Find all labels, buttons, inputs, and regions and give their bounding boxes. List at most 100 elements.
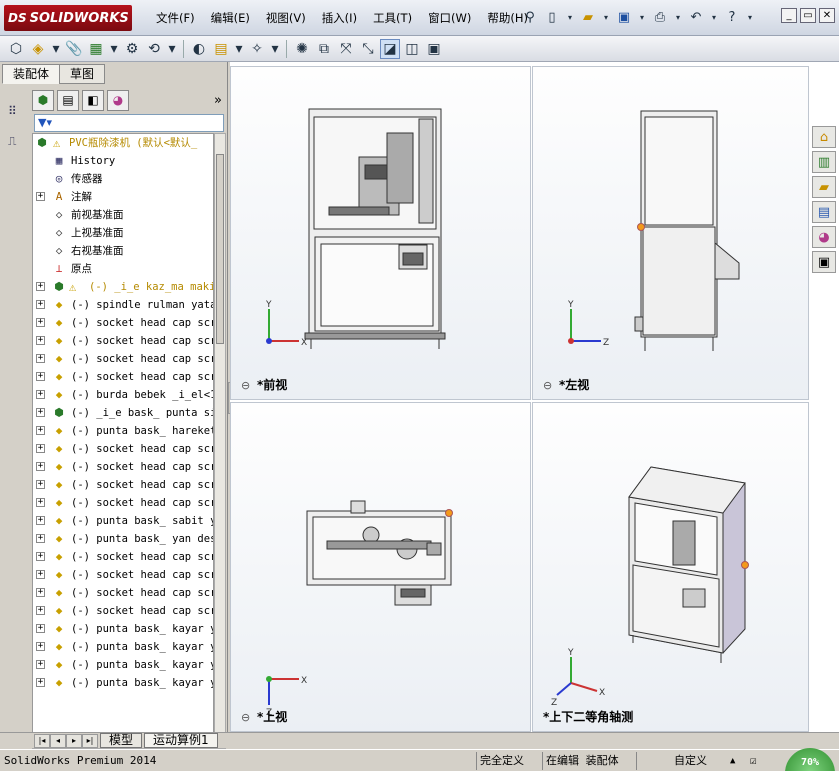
custom-properties-icon[interactable]: ▣ (812, 251, 836, 273)
exploded-view-icon[interactable]: ⧉ (314, 39, 334, 59)
tree-item[interactable]: ◇ 前视基准面 (33, 206, 213, 224)
explode-line-icon[interactable]: ⤧ (336, 39, 356, 59)
scroll-thumb[interactable] (216, 154, 224, 344)
menu-item-2[interactable]: 视图(V) (258, 10, 314, 26)
view-eye-icon[interactable]: ⊖ (543, 379, 559, 392)
prev-tab-icon[interactable]: ◂ (50, 734, 66, 748)
tree-item[interactable]: + ◆ (-) socket head cap scre (33, 458, 213, 476)
tree-item[interactable]: + ⬢ ⚠ (-) _i_e kaz_ma makin (33, 278, 213, 296)
move-component-icon[interactable]: ⟲ (144, 39, 164, 59)
units-dropdown-icon[interactable]: ▲ (730, 753, 735, 769)
minimize-button[interactable]: _ (781, 8, 797, 23)
rebuild-icon[interactable]: ☑ (750, 753, 757, 769)
menu-item-1[interactable]: 编辑(E) (203, 10, 258, 26)
expand-toggle-icon[interactable]: + (36, 678, 45, 687)
more-tabs-icon[interactable]: » (214, 93, 222, 108)
tree-item[interactable]: + ◆ (-) burda bebek _i_el<1> (33, 386, 213, 404)
tree-item[interactable]: + ◆ (-) socket head cap scre (33, 440, 213, 458)
expand-toggle-icon[interactable]: + (36, 300, 45, 309)
expand-toggle-icon[interactable]: + (36, 336, 45, 345)
expand-toggle-icon[interactable]: + (36, 588, 45, 597)
feature-manager-icon[interactable]: ⬢ (32, 89, 54, 111)
restore-button[interactable]: ▭ (800, 8, 816, 23)
tree-filter-icon[interactable]: ▼▾ (34, 114, 224, 132)
expand-toggle-icon[interactable]: + (36, 354, 45, 363)
configuration-manager-icon[interactable]: ◧ (82, 89, 104, 111)
move-dropdown-icon[interactable]: ▾ (166, 39, 178, 59)
save-icon[interactable]: ▣ (614, 7, 634, 27)
snapshot-icon[interactable]: ◫ (402, 39, 422, 59)
features-dropdown-icon[interactable]: ▾ (233, 39, 245, 59)
tree-vertical-scrollbar[interactable] (214, 133, 226, 747)
viewport-dimetric[interactable]: Y X Z *上下二等角轴测 (532, 402, 809, 732)
tree-item[interactable]: + ◆ (-) punta bask_ yan dest (33, 530, 213, 548)
home-icon[interactable]: ⌂ (812, 126, 836, 148)
appearances-icon[interactable]: ◕ (812, 226, 836, 248)
expand-toggle-icon[interactable]: + (36, 606, 45, 615)
mate-icon[interactable]: 📎 (64, 39, 84, 59)
tree-item[interactable]: + ◆ (-) punta bask_ kayar ya (33, 620, 213, 638)
expand-toggle-icon[interactable]: + (36, 516, 45, 525)
tree-item[interactable]: + ◆ (-) socket head cap scre (33, 332, 213, 350)
tree-root[interactable]: ⬢ ⚠ PVC瓶除漆机 (默认<默认_ (33, 134, 213, 152)
options-icon[interactable]: ▣ (424, 39, 444, 59)
viewport-front[interactable]: Y X ⊖ *前视 (230, 66, 531, 400)
expand-toggle-icon[interactable]: + (36, 480, 45, 489)
menu-item-0[interactable]: 文件(F) (148, 10, 203, 26)
viewport-top[interactable]: X Z ⊖ *上视 (230, 402, 531, 732)
expand-toggle-icon[interactable]: + (36, 282, 45, 291)
undo-dropdown-icon[interactable]: ▾ (708, 7, 720, 27)
tree-item[interactable]: + ⬢ (-) _i_e bask_ punta sis (33, 404, 213, 422)
tree-item[interactable]: + ◆ (-) socket head cap scre (33, 602, 213, 620)
design-library-icon[interactable]: ▥ (812, 151, 836, 173)
close-button[interactable]: ✕ (819, 8, 835, 23)
pattern-dropdown-icon[interactable]: ▾ (108, 39, 120, 59)
new-part-icon[interactable]: ◈ (28, 39, 48, 59)
tree-item[interactable]: + ◆ (-) punta bask_ sabit ya (33, 512, 213, 530)
tree-item[interactable]: + A 注解 (33, 188, 213, 206)
expand-toggle-icon[interactable]: + (36, 372, 45, 381)
tree-item[interactable]: ▦ History (33, 152, 213, 170)
tab-model[interactable]: 模型 (100, 733, 143, 748)
tree-item[interactable]: + ◆ (-) punta bask_ kayar ya (33, 674, 213, 692)
print-icon[interactable]: ⎙ (650, 7, 670, 27)
tree-item[interactable]: ⊥ 原点 (33, 260, 213, 278)
tree-item[interactable]: + ◆ (-) socket head cap scre (33, 350, 213, 368)
reference-dropdown-icon[interactable]: ▾ (269, 39, 281, 59)
new-document-icon[interactable]: ▯ (542, 7, 562, 27)
next-tab-icon[interactable]: ▸ (66, 734, 82, 748)
pin-icon[interactable]: ⚲ (520, 7, 540, 27)
view-eye-icon[interactable]: ⊖ (241, 711, 257, 724)
tree-item[interactable]: + ◆ (-) punta bask_ kayar ya (33, 656, 213, 674)
expand-toggle-icon[interactable]: + (36, 318, 45, 327)
expand-toggle-icon[interactable]: + (36, 570, 45, 579)
display-manager-icon[interactable]: ◕ (107, 89, 129, 111)
expand-toggle-icon[interactable]: + (36, 660, 45, 669)
open-folder-icon[interactable]: ▰ (578, 7, 598, 27)
menu-item-3[interactable]: 插入(I) (314, 10, 365, 26)
tree-item[interactable]: + ◆ (-) socket head cap scre (33, 566, 213, 584)
dimension-xpert-icon[interactable]: ⠿ (8, 104, 24, 118)
tree-item[interactable]: ◎ 传感器 (33, 170, 213, 188)
tree-item[interactable]: + ◆ (-) punta bask_ kayar ya (33, 638, 213, 656)
sketch-relations-icon[interactable]: ⎍ (8, 134, 24, 148)
expand-toggle-icon[interactable]: + (36, 552, 45, 561)
bill-of-materials-icon[interactable]: ✺ (292, 39, 312, 59)
expand-toggle-icon[interactable]: + (36, 444, 45, 453)
tab-assembly[interactable]: 装配体 (2, 64, 61, 84)
viewport-left[interactable]: Y Z ⊖ *左视 (532, 66, 809, 400)
print-dropdown-icon[interactable]: ▾ (672, 7, 684, 27)
show-hidden-icon[interactable]: ◐ (189, 39, 209, 59)
menu-item-4[interactable]: 工具(T) (365, 10, 420, 26)
tree-item[interactable]: + ◆ (-) punta bask_ hareketl (33, 422, 213, 440)
insert-component-icon[interactable]: ⬡ (6, 39, 26, 59)
help-icon[interactable]: ? (722, 7, 742, 27)
tree-item[interactable]: + ◆ (-) socket head cap scre (33, 368, 213, 386)
tab-sketch[interactable]: 草图 (59, 64, 106, 84)
tab-motion-study[interactable]: 运动算例1 (144, 733, 218, 748)
interference-icon[interactable]: ⤡ (358, 39, 378, 59)
expand-toggle-icon[interactable]: + (36, 390, 45, 399)
status-units[interactable]: 自定义 (674, 753, 707, 769)
tree-item[interactable]: ◇ 右视基准面 (33, 242, 213, 260)
tree-item[interactable]: + ◆ (-) socket head cap scre (33, 548, 213, 566)
